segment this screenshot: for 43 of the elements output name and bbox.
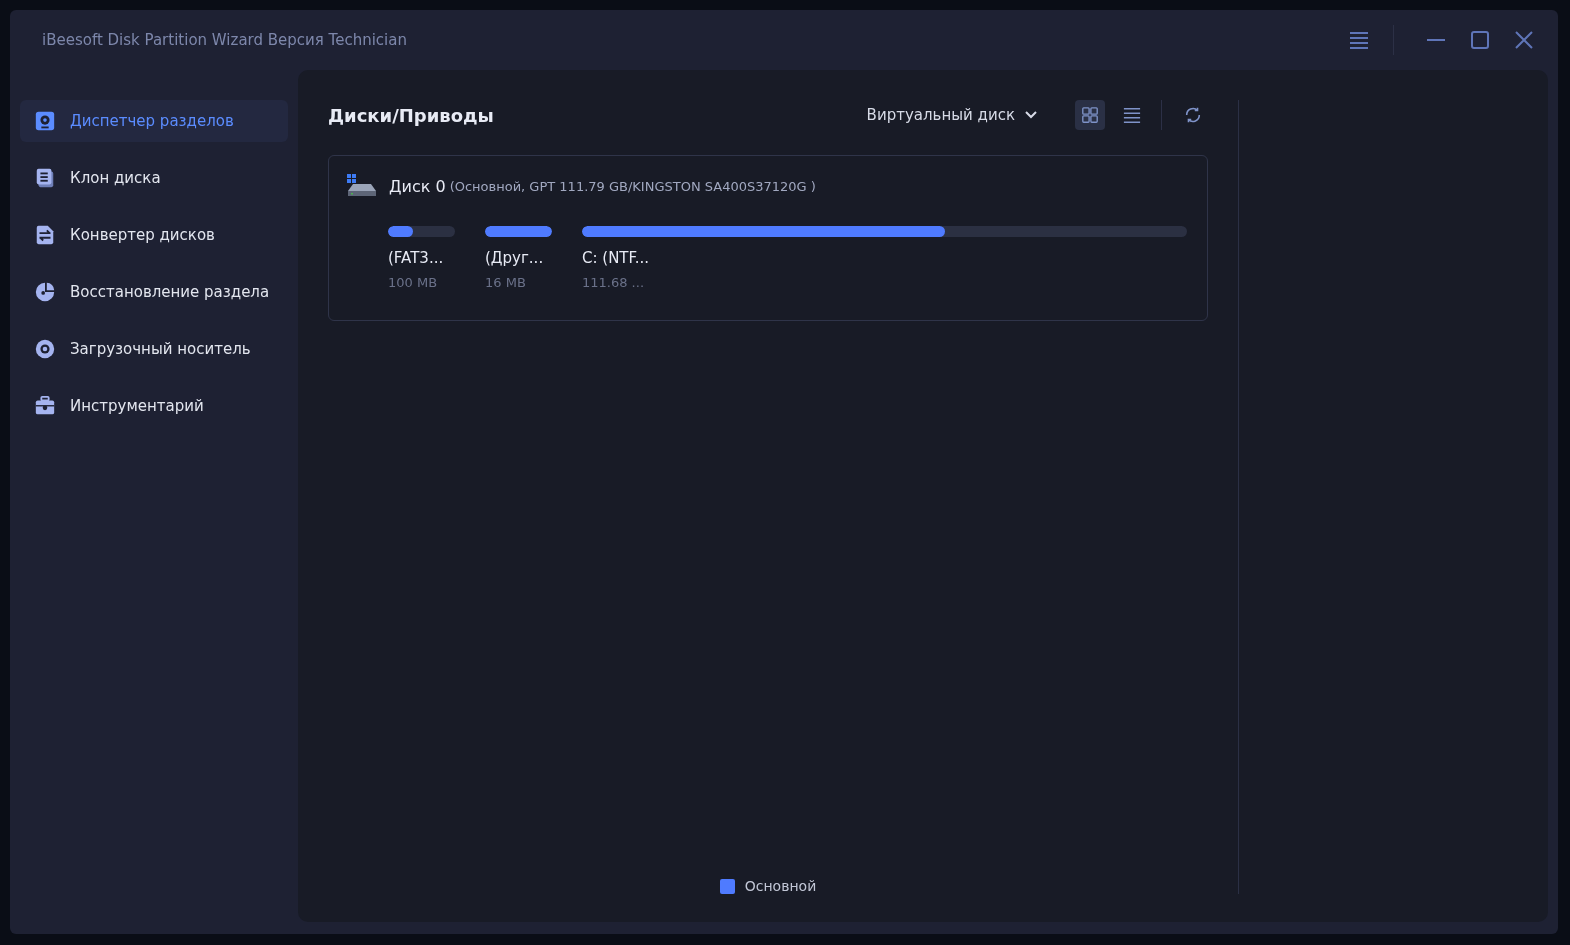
- hard-drive-icon: [34, 110, 56, 132]
- hard-drive-icon: [347, 174, 377, 198]
- list-view-icon: [1123, 106, 1141, 124]
- sidebar-label: Клон диска: [70, 169, 161, 187]
- legend-label: Основной: [744, 878, 817, 894]
- document-icon: [34, 167, 56, 189]
- partition-size: 100 MB: [388, 275, 439, 290]
- pie-chart-icon: [34, 281, 56, 303]
- partition-label: (Друг...: [485, 249, 545, 267]
- partition-block[interactable]: (FAT3... 100 MB: [388, 226, 455, 290]
- sidebar-item[interactable]: Диспетчер разделов: [20, 100, 288, 142]
- sidebar-label: Конвертер дисков: [70, 226, 215, 244]
- toolbox-icon: [34, 395, 56, 417]
- grid-view-icon: [1081, 105, 1099, 125]
- view-toggle-button[interactable]: [1075, 100, 1105, 130]
- disk-details: (Основной, GPT 111.79 GB/KINGSTON SA400S37120G ): [449, 178, 816, 194]
- menu-icon: [1349, 31, 1369, 49]
- partition-size: 111.68 ...: [582, 275, 646, 290]
- partition-block[interactable]: (Друг... 16 MB: [485, 226, 552, 290]
- sidebar-item[interactable]: Восстановление раздела: [20, 271, 288, 313]
- close-icon: [1515, 31, 1533, 49]
- sidebar-label: Загрузочный носитель: [70, 340, 251, 358]
- sidebar-item[interactable]: Конвертер дисков: [20, 214, 288, 256]
- sidebar-label: Диспетчер разделов: [70, 112, 234, 130]
- minimize-icon: [1427, 38, 1445, 42]
- virtual-disk-dropdown[interactable]: Виртуальный диск: [860, 105, 1043, 125]
- partition-size: 16 MB: [485, 275, 527, 290]
- partition-label: (FAT3...: [388, 249, 445, 267]
- disc-icon: [34, 338, 56, 360]
- window-title: iBeesoft Disk Partition Wizard Версия Technician: [42, 31, 408, 49]
- sidebar-label: Восстановление раздела: [70, 283, 270, 301]
- sidebar-item[interactable]: Клон диска: [20, 157, 288, 199]
- section-title: Диски/Приводы: [328, 104, 495, 126]
- chevron-down-icon: [1025, 111, 1037, 119]
- swap-arrows-icon: [34, 224, 56, 246]
- maximize-icon: [1471, 31, 1489, 49]
- disk-name: Диск 0: [389, 176, 446, 196]
- sidebar-label: Инструментарий: [70, 397, 204, 415]
- sidebar-item[interactable]: Загрузочный носитель: [20, 328, 288, 370]
- sidebar-item[interactable]: Инструментарий: [20, 385, 288, 427]
- refresh-icon: [1184, 105, 1202, 125]
- partition-block[interactable]: C: (NTF... 111.68 ...: [582, 226, 1187, 290]
- partition-label: C: (NTF...: [582, 249, 651, 267]
